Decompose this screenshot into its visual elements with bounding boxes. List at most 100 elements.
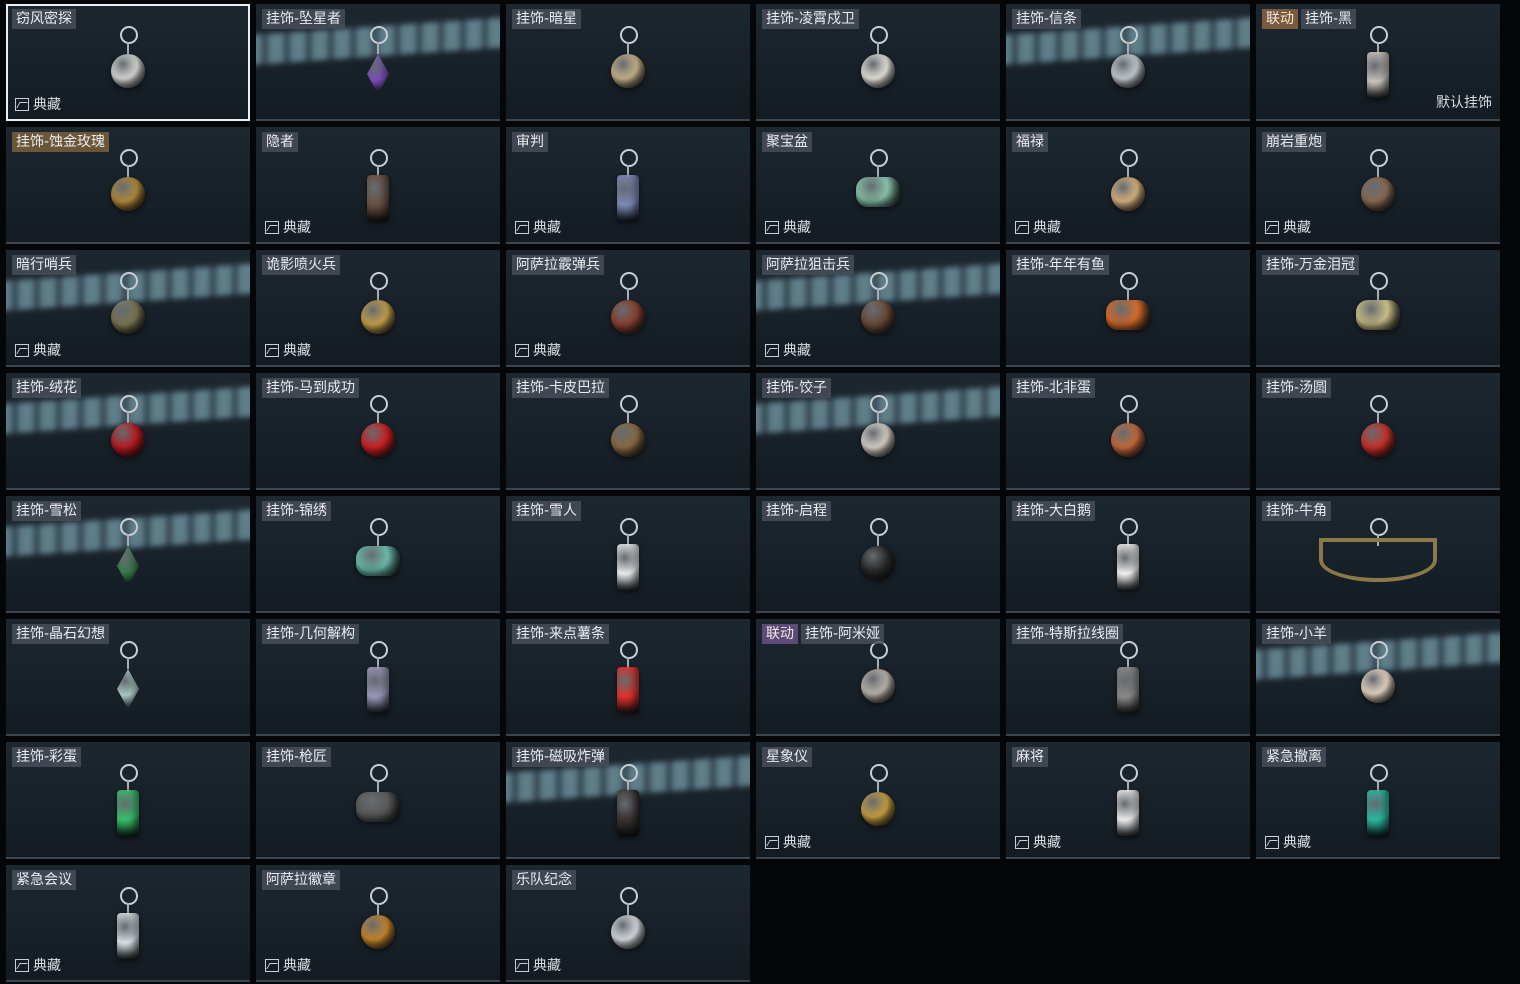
tier-label: 典藏 xyxy=(533,343,561,359)
charm-image xyxy=(848,637,908,727)
charm-figure xyxy=(1367,52,1389,98)
tier-label: 典藏 xyxy=(1033,220,1061,236)
charm-card[interactable]: 审判 典藏 xyxy=(506,127,750,244)
charm-card[interactable]: 挂饰-牛角 xyxy=(1256,496,1500,613)
charm-name-tag: 福禄 xyxy=(1012,132,1048,152)
charm-card[interactable]: 星象仪 典藏 xyxy=(756,742,1000,859)
keyring-icon xyxy=(370,149,388,167)
charm-card[interactable]: 挂饰-饺子 xyxy=(756,373,1000,490)
charm-image xyxy=(98,268,158,358)
charm-card[interactable]: 挂饰-晶石幻想 xyxy=(6,619,250,736)
charm-image xyxy=(598,514,658,604)
charm-figure xyxy=(861,300,895,334)
charm-card[interactable]: 挂饰-几何解构 xyxy=(256,619,500,736)
charm-name-tag: 挂饰-特斯拉线圈 xyxy=(1012,624,1124,644)
charm-image xyxy=(1098,145,1158,235)
charm-image xyxy=(848,391,908,481)
charm-image xyxy=(1098,268,1158,358)
keyring-icon xyxy=(870,764,888,782)
collection-icon xyxy=(765,220,779,234)
tier-label: 典藏 xyxy=(533,958,561,974)
charm-name: 挂饰-绒花 xyxy=(12,378,82,398)
charm-figure xyxy=(617,544,639,590)
charm-card[interactable]: 挂饰-小羊 xyxy=(1256,619,1500,736)
keyring-icon xyxy=(1120,272,1138,290)
charm-card[interactable]: 麻将 典藏 xyxy=(1006,742,1250,859)
charm-card[interactable]: 联动 挂饰-黑 默认挂饰 xyxy=(1256,4,1500,121)
charm-card[interactable]: 挂饰-蚀金玫瑰 xyxy=(6,127,250,244)
charm-name-tag: 挂饰-暗星 xyxy=(512,9,582,29)
charm-name-tag: 隐者 xyxy=(262,132,298,152)
charm-card[interactable]: 挂饰-雪松 xyxy=(6,496,250,613)
charm-card[interactable]: 挂饰-凌霄戍卫 xyxy=(756,4,1000,121)
charm-image xyxy=(848,22,908,112)
charm-name: 挂饰-汤圆 xyxy=(1262,378,1332,398)
charm-name: 阿萨拉霰弹兵 xyxy=(512,255,604,275)
charm-card[interactable]: 阿萨拉狙击兵 典藏 xyxy=(756,250,1000,367)
charm-card[interactable]: 聚宝盆 典藏 xyxy=(756,127,1000,244)
tier-badge: 典藏 xyxy=(765,217,811,237)
charm-card[interactable]: 挂饰-万金泪冠 xyxy=(1256,250,1500,367)
charm-name: 挂饰-马到成功 xyxy=(262,378,360,398)
chain-icon xyxy=(377,903,379,915)
charm-card[interactable]: 紧急撤离 典藏 xyxy=(1256,742,1500,859)
charm-name-tag: 挂饰-蚀金玫瑰 xyxy=(12,132,110,152)
charm-image xyxy=(348,760,408,850)
charm-card[interactable]: 挂饰-来点薯条 xyxy=(506,619,750,736)
charm-card[interactable]: 挂饰-磁吸炸弹 xyxy=(506,742,750,859)
collection-icon xyxy=(765,343,779,357)
tier-label: 典藏 xyxy=(33,958,61,974)
charm-card[interactable]: 阿萨拉徽章 典藏 xyxy=(256,865,500,982)
charm-card[interactable]: 挂饰-特斯拉线圈 xyxy=(1006,619,1250,736)
charm-card[interactable]: 挂饰-暗星 xyxy=(506,4,750,121)
charm-card[interactable]: 联动 挂饰-阿米娅 xyxy=(756,619,1000,736)
charm-name: 挂饰-黑 xyxy=(1301,9,1357,29)
charm-card[interactable]: 挂饰-锦绣 xyxy=(256,496,500,613)
charm-image xyxy=(98,145,158,235)
charm-card[interactable]: 挂饰-绒花 xyxy=(6,373,250,490)
collection-icon xyxy=(265,343,279,357)
charm-card[interactable]: 挂饰-启程 xyxy=(756,496,1000,613)
charm-card[interactable]: 挂饰-信条 xyxy=(1006,4,1250,121)
charm-card[interactable]: 挂饰-年年有鱼 xyxy=(1006,250,1250,367)
charm-image xyxy=(848,760,908,850)
tier-badge: 典藏 xyxy=(265,955,311,975)
charm-name: 挂饰-牛角 xyxy=(1262,501,1332,521)
chain-icon xyxy=(377,411,379,423)
charm-figure xyxy=(1356,300,1400,330)
charm-image xyxy=(1319,514,1437,604)
keyring-icon xyxy=(620,641,638,659)
charm-card[interactable]: 挂饰-坠星者 xyxy=(256,4,500,121)
charm-figure xyxy=(617,175,639,221)
charm-name: 挂饰-雪人 xyxy=(512,501,582,521)
charm-card[interactable]: 挂饰-大白鹅 xyxy=(1006,496,1250,613)
keyring-icon xyxy=(1370,641,1388,659)
charm-card[interactable]: 乐队纪念 典藏 xyxy=(506,865,750,982)
charm-card[interactable]: 紧急会议 典藏 xyxy=(6,865,250,982)
charm-name: 挂饰-来点薯条 xyxy=(512,624,610,644)
charm-card[interactable]: 挂饰-卡皮巴拉 xyxy=(506,373,750,490)
charm-card[interactable]: 窃风密探 典藏 xyxy=(6,4,250,121)
charm-card[interactable]: 挂饰-彩蛋 xyxy=(6,742,250,859)
charm-card[interactable]: 暗行哨兵 典藏 xyxy=(6,250,250,367)
charm-card[interactable]: 崩岩重炮 典藏 xyxy=(1256,127,1500,244)
keyring-icon xyxy=(1370,395,1388,413)
charm-card[interactable]: 诡影喷火兵 典藏 xyxy=(256,250,500,367)
charm-card[interactable]: 挂饰-汤圆 xyxy=(1256,373,1500,490)
charm-figure xyxy=(117,546,139,586)
charm-image xyxy=(1348,760,1408,850)
charm-card[interactable]: 挂饰-马到成功 xyxy=(256,373,500,490)
charm-card[interactable]: 福禄典藏 xyxy=(1006,127,1250,244)
chain-icon xyxy=(1127,42,1129,54)
tier-badge: 典藏 xyxy=(15,94,61,114)
tier-label: 典藏 xyxy=(1283,835,1311,851)
charm-card[interactable]: 阿萨拉霰弹兵典藏 xyxy=(506,250,750,367)
charm-name: 聚宝盆 xyxy=(762,132,812,152)
keyring-icon xyxy=(370,395,388,413)
charm-card[interactable]: 挂饰-雪人 xyxy=(506,496,750,613)
charm-card[interactable]: 隐者 典藏 xyxy=(256,127,500,244)
charm-name-tag: 挂饰-雪人 xyxy=(512,501,582,521)
charm-card[interactable]: 挂饰-北非蛋 xyxy=(1006,373,1250,490)
charm-image xyxy=(98,883,158,973)
charm-card[interactable]: 挂饰-枪匠 xyxy=(256,742,500,859)
